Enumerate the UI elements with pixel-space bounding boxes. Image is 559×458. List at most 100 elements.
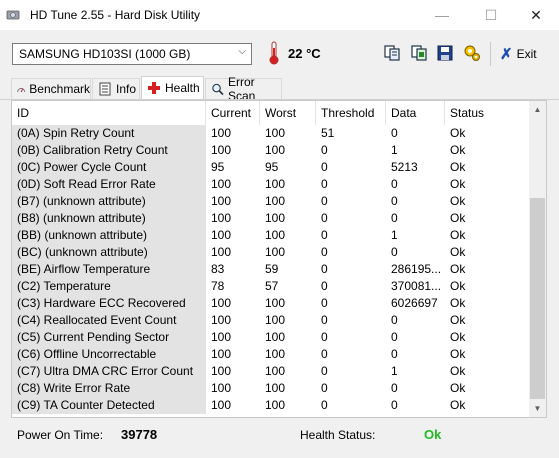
table-row[interactable]: (C8) Write Error Rate 100 100 0 0 Ok bbox=[12, 380, 531, 397]
table-row[interactable]: (B7) (unknown attribute) 100 100 0 0 Ok bbox=[12, 193, 531, 210]
table-row[interactable]: (C3) Hardware ECC Recovered 100 100 0 602669… bbox=[12, 295, 531, 312]
cell-worst: 100 bbox=[265, 245, 286, 259]
window-title: HD Tune 2.55 - Hard Disk Utility bbox=[30, 8, 201, 22]
cell-status: Ok bbox=[450, 177, 466, 191]
table-row[interactable]: (C7) Ultra DMA CRC Error Count 100 100 0 1 Ok bbox=[12, 363, 531, 380]
copy-icon[interactable] bbox=[383, 44, 401, 62]
cell-status: Ok bbox=[450, 262, 466, 276]
cell-data: 5213 bbox=[391, 160, 418, 174]
cell-threshold: 0 bbox=[321, 177, 328, 191]
cell-data: 1 bbox=[391, 364, 398, 378]
table-row[interactable]: (BE) Airflow Temperature 83 59 0 286195... Ok bbox=[12, 261, 531, 278]
cell-id: (C5) Current Pending Sector bbox=[12, 329, 206, 346]
toolbar-divider bbox=[490, 42, 491, 66]
cell-current: 100 bbox=[211, 245, 232, 259]
table-row[interactable]: (0A) Spin Retry Count 100 100 51 0 Ok bbox=[12, 125, 531, 142]
cell-worst: 100 bbox=[265, 398, 286, 412]
copy-info-icon[interactable] bbox=[410, 44, 428, 62]
cell-threshold: 0 bbox=[321, 160, 328, 174]
cell-data: 1 bbox=[391, 143, 398, 157]
cell-threshold: 0 bbox=[321, 313, 328, 327]
table-row[interactable]: (0D) Soft Read Error Rate 100 100 0 0 Ok bbox=[12, 176, 531, 193]
tab-benchmark-label: Benchmark bbox=[29, 82, 90, 96]
scroll-up-icon[interactable]: ▲ bbox=[529, 101, 546, 118]
options-icon[interactable] bbox=[463, 44, 481, 62]
health-icon bbox=[148, 82, 160, 94]
cell-status: Ok bbox=[450, 330, 466, 344]
cell-threshold: 0 bbox=[321, 279, 328, 293]
table-row[interactable]: (0C) Power Cycle Count 95 95 0 5213 Ok bbox=[12, 159, 531, 176]
column-header-data[interactable]: Data bbox=[386, 101, 445, 125]
scroll-down-icon[interactable]: ▼ bbox=[529, 400, 546, 417]
tab-bar: Benchmark Info Health Error Scan bbox=[0, 75, 559, 103]
cell-status: Ok bbox=[450, 381, 466, 395]
power-on-value: 39778 bbox=[121, 427, 158, 442]
cell-threshold: 51 bbox=[321, 126, 335, 140]
table-row[interactable]: (C9) TA Counter Detected 100 100 0 0 Ok bbox=[12, 397, 531, 414]
cell-worst: 100 bbox=[265, 126, 286, 140]
cell-id: (C6) Offline Uncorrectable bbox=[12, 346, 206, 363]
cell-data: 0 bbox=[391, 126, 398, 140]
cell-threshold: 0 bbox=[321, 245, 328, 259]
cell-data: 0 bbox=[391, 347, 398, 361]
cell-id: (B7) (unknown attribute) bbox=[12, 193, 206, 210]
tab-benchmark[interactable]: Benchmark bbox=[11, 78, 91, 99]
cell-data: 6026697 bbox=[391, 296, 438, 310]
maximize-button[interactable]: ☐ bbox=[468, 0, 514, 30]
save-icon[interactable] bbox=[436, 44, 454, 62]
cell-threshold: 0 bbox=[321, 296, 328, 310]
table-row[interactable]: (C6) Offline Uncorrectable 100 100 0 0 Ok bbox=[12, 346, 531, 363]
drive-select[interactable]: SAMSUNG HD103SI (1000 GB) ⌵ bbox=[12, 43, 252, 65]
table-row[interactable]: (C5) Current Pending Sector 100 100 0 0 Ok bbox=[12, 329, 531, 346]
column-header-status[interactable]: Status bbox=[445, 101, 531, 125]
cell-threshold: 0 bbox=[321, 228, 328, 242]
column-header-worst[interactable]: Worst bbox=[260, 101, 316, 125]
chevron-down-icon: ⌵ bbox=[238, 46, 246, 57]
cell-threshold: 0 bbox=[321, 211, 328, 225]
cell-current: 100 bbox=[211, 211, 232, 225]
table-row[interactable]: (C4) Reallocated Event Count 100 100 0 0 Ok bbox=[12, 312, 531, 329]
cell-threshold: 0 bbox=[321, 262, 328, 276]
cell-status: Ok bbox=[450, 398, 466, 412]
toolbar: SAMSUNG HD103SI (1000 GB) ⌵ 22 °C ✗ Exit bbox=[0, 30, 559, 78]
tab-info[interactable]: Info bbox=[92, 78, 140, 99]
health-status-label: Health Status: bbox=[300, 428, 376, 442]
column-header-id[interactable]: ID bbox=[12, 101, 206, 125]
scrollbar-thumb[interactable] bbox=[530, 198, 545, 399]
cell-worst: 100 bbox=[265, 228, 286, 242]
cell-worst: 59 bbox=[265, 262, 279, 276]
cell-id: (C9) TA Counter Detected bbox=[12, 397, 206, 414]
vertical-scrollbar[interactable]: ▲ ▼ bbox=[529, 101, 546, 417]
cell-current: 100 bbox=[211, 194, 232, 208]
benchmark-icon bbox=[17, 88, 26, 93]
table-header: ID Current Worst Threshold Data Status bbox=[12, 101, 531, 125]
cell-data: 0 bbox=[391, 177, 398, 191]
tab-health[interactable]: Health bbox=[141, 76, 204, 99]
table-row[interactable]: (BC) (unknown attribute) 100 100 0 0 Ok bbox=[12, 244, 531, 261]
column-header-threshold[interactable]: Threshold bbox=[316, 101, 386, 125]
cell-threshold: 0 bbox=[321, 347, 328, 361]
table-row[interactable]: (B8) (unknown attribute) 100 100 0 0 Ok bbox=[12, 210, 531, 227]
cell-status: Ok bbox=[450, 228, 466, 242]
cell-worst: 100 bbox=[265, 177, 286, 191]
cell-current: 100 bbox=[211, 313, 232, 327]
exit-icon: ✗ bbox=[500, 46, 513, 63]
thermometer-icon bbox=[269, 41, 279, 65]
tab-error-scan[interactable]: Error Scan bbox=[205, 75, 282, 103]
cell-data: 0 bbox=[391, 194, 398, 208]
power-on-label: Power On Time: bbox=[17, 428, 104, 442]
table-row[interactable]: (C2) Temperature 78 57 0 370081... Ok bbox=[12, 278, 531, 295]
table-row[interactable]: (0B) Calibration Retry Count 100 100 0 1 Ok bbox=[12, 142, 531, 159]
health-panel: ID Current Worst Threshold Data Status (… bbox=[0, 99, 559, 458]
cell-id: (0A) Spin Retry Count bbox=[12, 125, 206, 142]
cell-current: 100 bbox=[211, 398, 232, 412]
cell-worst: 100 bbox=[265, 381, 286, 395]
exit-button[interactable]: ✗ Exit bbox=[500, 43, 537, 65]
cell-id: (C7) Ultra DMA CRC Error Count bbox=[12, 363, 206, 380]
column-header-current[interactable]: Current bbox=[206, 101, 260, 125]
cell-status: Ok bbox=[450, 126, 466, 140]
cell-status: Ok bbox=[450, 211, 466, 225]
table-row[interactable]: (BB) (unknown attribute) 100 100 0 1 Ok bbox=[12, 227, 531, 244]
close-button[interactable]: ✕ bbox=[513, 0, 559, 30]
minimize-button[interactable]: — bbox=[419, 0, 465, 30]
